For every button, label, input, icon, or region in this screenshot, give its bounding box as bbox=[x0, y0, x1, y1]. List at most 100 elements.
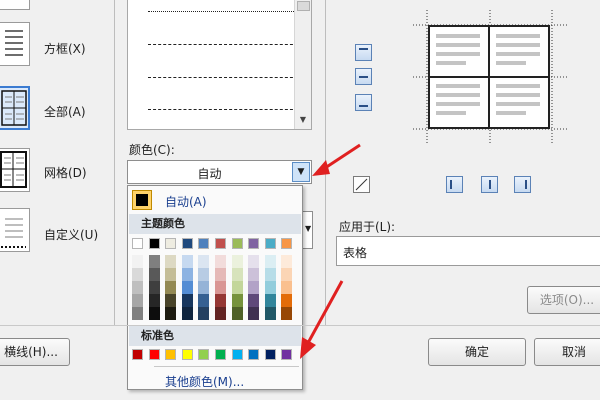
theme-shade-swatch[interactable] bbox=[265, 268, 276, 281]
theme-shade-swatch[interactable] bbox=[248, 268, 259, 281]
standard-color-swatch[interactable] bbox=[182, 349, 193, 360]
theme-shade-swatch[interactable] bbox=[182, 268, 193, 281]
setting-box-preview[interactable] bbox=[0, 0, 30, 10]
theme-shade-swatch[interactable] bbox=[132, 307, 143, 320]
setting-custom-label[interactable]: 自定义(U) bbox=[44, 226, 98, 243]
auto-color-swatch[interactable] bbox=[132, 190, 152, 210]
setting-custom-preview[interactable] bbox=[0, 208, 30, 252]
theme-shade-swatch[interactable] bbox=[232, 281, 243, 294]
theme-shade-swatch[interactable] bbox=[265, 281, 276, 294]
theme-color-swatch[interactable] bbox=[149, 238, 160, 249]
theme-color-swatch[interactable] bbox=[265, 238, 276, 249]
theme-shade-swatch[interactable] bbox=[165, 281, 176, 294]
border-preview[interactable] bbox=[428, 25, 550, 129]
setting-box-preview-grid[interactable] bbox=[0, 22, 30, 66]
theme-shade-swatch[interactable] bbox=[149, 294, 160, 307]
scroll-down-icon[interactable]: ▼ bbox=[296, 113, 310, 127]
theme-shade-swatch[interactable] bbox=[248, 281, 259, 294]
border-middle-icon[interactable] bbox=[355, 68, 372, 85]
theme-color-swatch[interactable] bbox=[232, 238, 243, 249]
theme-shade-swatch[interactable] bbox=[182, 281, 193, 294]
theme-shade-swatch[interactable] bbox=[215, 255, 226, 268]
setting-box-label[interactable]: 方框(X) bbox=[44, 40, 86, 57]
width-combo-arrow-icon[interactable]: ▼ bbox=[305, 224, 311, 233]
theme-color-swatch[interactable] bbox=[198, 238, 209, 249]
border-right-icon[interactable] bbox=[514, 176, 531, 193]
standard-color-swatch[interactable] bbox=[232, 349, 243, 360]
theme-shade-swatch[interactable] bbox=[182, 294, 193, 307]
horizontal-line-button[interactable]: 横线(H)... bbox=[0, 338, 70, 366]
border-top-icon[interactable] bbox=[355, 44, 372, 61]
theme-shade-swatch[interactable] bbox=[132, 255, 143, 268]
theme-shade-swatch[interactable] bbox=[248, 307, 259, 320]
theme-shade-swatch[interactable] bbox=[232, 294, 243, 307]
line-style-list[interactable]: ▼ bbox=[127, 0, 312, 130]
theme-shade-swatch[interactable] bbox=[232, 307, 243, 320]
theme-color-swatch[interactable] bbox=[248, 238, 259, 249]
standard-color-swatch[interactable] bbox=[198, 349, 209, 360]
border-left-icon[interactable] bbox=[446, 176, 463, 193]
theme-shade-swatch[interactable] bbox=[265, 307, 276, 320]
theme-color-swatch[interactable] bbox=[132, 238, 143, 249]
theme-shade-swatch[interactable] bbox=[265, 294, 276, 307]
theme-shade-swatch[interactable] bbox=[215, 281, 226, 294]
theme-shade-swatch[interactable] bbox=[198, 281, 209, 294]
theme-color-swatch[interactable] bbox=[182, 238, 193, 249]
apply-to-select[interactable]: 表格 bbox=[336, 236, 600, 266]
theme-shade-swatch[interactable] bbox=[165, 268, 176, 281]
line-style-dotted[interactable] bbox=[148, 11, 298, 12]
theme-shade-swatch[interactable] bbox=[281, 255, 292, 268]
width-combo-edge[interactable]: ▼ bbox=[303, 211, 313, 249]
theme-shade-swatch[interactable] bbox=[215, 268, 226, 281]
theme-shade-swatch[interactable] bbox=[132, 281, 143, 294]
cancel-button[interactable]: 取消 bbox=[534, 338, 600, 366]
more-colors-option[interactable]: 其他颜色(M)... bbox=[165, 373, 244, 390]
standard-color-swatch[interactable] bbox=[165, 349, 176, 360]
theme-shade-swatch[interactable] bbox=[215, 307, 226, 320]
theme-shade-swatch[interactable] bbox=[149, 281, 160, 294]
standard-color-swatch[interactable] bbox=[265, 349, 276, 360]
theme-shade-swatch[interactable] bbox=[149, 268, 160, 281]
theme-shade-swatch[interactable] bbox=[215, 294, 226, 307]
line-style-dashed-short[interactable] bbox=[148, 44, 298, 45]
border-bottom-icon[interactable] bbox=[355, 94, 372, 111]
list-scrollbar[interactable]: ▼ bbox=[294, 0, 311, 129]
theme-shade-swatch[interactable] bbox=[198, 294, 209, 307]
theme-shade-swatch[interactable] bbox=[182, 255, 193, 268]
theme-shade-swatch[interactable] bbox=[265, 255, 276, 268]
standard-color-swatch[interactable] bbox=[132, 349, 143, 360]
theme-shade-swatch[interactable] bbox=[165, 294, 176, 307]
theme-shade-swatch[interactable] bbox=[232, 268, 243, 281]
setting-all-label[interactable]: 全部(A) bbox=[44, 103, 86, 120]
setting-grid-label[interactable]: 网格(D) bbox=[44, 164, 87, 181]
theme-shade-swatch[interactable] bbox=[198, 255, 209, 268]
setting-grid-preview[interactable] bbox=[0, 148, 30, 192]
ok-button[interactable]: 确定 bbox=[428, 338, 526, 366]
theme-shade-swatch[interactable] bbox=[198, 268, 209, 281]
theme-shade-swatch[interactable] bbox=[132, 294, 143, 307]
theme-color-swatch[interactable] bbox=[165, 238, 176, 249]
border-center-icon[interactable] bbox=[481, 176, 498, 193]
auto-color-option[interactable]: 自动(A) bbox=[165, 193, 207, 210]
standard-color-swatch[interactable] bbox=[149, 349, 160, 360]
theme-color-swatch[interactable] bbox=[281, 238, 292, 249]
line-style-dashed[interactable] bbox=[148, 77, 298, 78]
theme-shade-swatch[interactable] bbox=[165, 307, 176, 320]
theme-shade-swatch[interactable] bbox=[132, 268, 143, 281]
theme-shade-swatch[interactable] bbox=[165, 255, 176, 268]
theme-shade-swatch[interactable] bbox=[248, 255, 259, 268]
setting-all-preview[interactable] bbox=[0, 86, 30, 130]
theme-shade-swatch[interactable] bbox=[248, 294, 259, 307]
theme-shade-swatch[interactable] bbox=[149, 255, 160, 268]
theme-shade-swatch[interactable] bbox=[232, 255, 243, 268]
theme-shade-swatch[interactable] bbox=[149, 307, 160, 320]
line-style-dashed-long[interactable] bbox=[148, 109, 298, 110]
theme-shade-swatch[interactable] bbox=[198, 307, 209, 320]
standard-color-swatch[interactable] bbox=[248, 349, 259, 360]
color-combo[interactable]: 自动 ▼ bbox=[127, 160, 312, 184]
scrollbar-thumb[interactable] bbox=[297, 1, 310, 11]
options-button[interactable]: 选项(O)... bbox=[527, 286, 600, 314]
theme-shade-swatch[interactable] bbox=[182, 307, 193, 320]
theme-color-swatch[interactable] bbox=[215, 238, 226, 249]
standard-color-swatch[interactable] bbox=[215, 349, 226, 360]
